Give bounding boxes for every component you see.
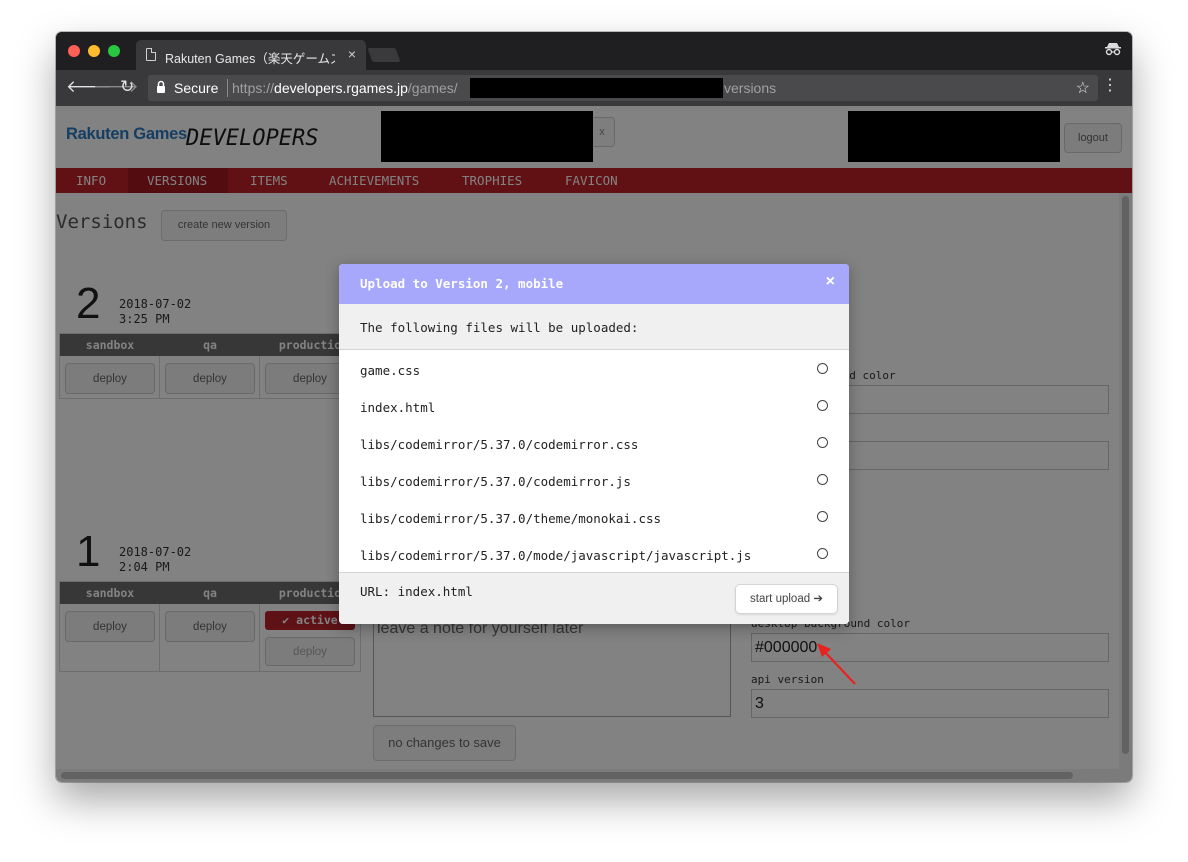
upload-status-icon bbox=[817, 474, 828, 485]
file-name: libs/codemirror/5.37.0/mode/javascript/j… bbox=[360, 548, 752, 563]
file-row: game.css bbox=[339, 351, 849, 388]
modal-intro: The following files will be uploaded: bbox=[339, 304, 849, 350]
reload-icon[interactable]: ↻ bbox=[120, 77, 134, 97]
file-name: index.html bbox=[360, 400, 436, 415]
page-icon bbox=[146, 48, 156, 61]
modal-title: Upload to Version 2, mobile bbox=[360, 276, 564, 291]
file-name: game.css bbox=[360, 363, 421, 378]
modal-intro-text: The following files will be uploaded: bbox=[360, 320, 639, 335]
start-upload-button[interactable]: start upload ➔ bbox=[735, 584, 838, 614]
tab-close-icon[interactable]: × bbox=[348, 46, 356, 62]
file-name: libs/codemirror/5.37.0/codemirror.js bbox=[360, 474, 631, 489]
file-name: libs/codemirror/5.37.0/theme/monokai.css bbox=[360, 511, 662, 526]
entry-url-label: URL: index.html bbox=[360, 584, 473, 599]
file-row: libs/codemirror/5.37.0/codemirror.css bbox=[339, 425, 849, 462]
web-page: Rakuten Games DEVELOPERS x logout INFO V… bbox=[56, 106, 1132, 782]
upload-status-icon bbox=[817, 548, 828, 559]
browser-window: Rakuten Games（楽天ゲームズ × 🡐 🡒 ↻ Secure http… bbox=[56, 32, 1132, 782]
secure-label: Secure bbox=[174, 80, 219, 96]
url-text: https://developers.rgames.jp/games/ bbox=[232, 80, 458, 96]
upload-status-icon bbox=[817, 511, 828, 522]
file-row: libs/codemirror/5.37.0/codemirror.js bbox=[339, 462, 849, 499]
file-row: libs/codemirror/5.37.0/theme/monokai.css bbox=[339, 499, 849, 536]
browser-toolbar: 🡐 🡒 ↻ Secure https://developers.rgames.j… bbox=[56, 70, 1132, 106]
incognito-icon bbox=[1104, 42, 1122, 59]
start-upload-label: start upload bbox=[750, 593, 811, 605]
title-bar: Rakuten Games（楽天ゲームズ × bbox=[56, 32, 1132, 70]
address-bar[interactable]: Secure https://developers.rgames.jp/game… bbox=[148, 75, 1098, 101]
upload-status-icon bbox=[817, 437, 828, 448]
window-minimize-button[interactable] bbox=[88, 45, 100, 57]
modal-footer: URL: index.html start upload ➔ bbox=[339, 572, 849, 624]
modal-header: Upload to Version 2, mobile × bbox=[339, 264, 849, 304]
file-name: libs/codemirror/5.37.0/codemirror.css bbox=[360, 437, 639, 452]
url-tail: versions bbox=[724, 80, 777, 96]
upload-status-icon bbox=[817, 363, 828, 374]
window-close-button[interactable] bbox=[68, 45, 80, 57]
address-separator bbox=[227, 79, 228, 97]
lock-icon bbox=[157, 80, 165, 93]
window-maximize-button[interactable] bbox=[108, 45, 120, 57]
file-row: libs/codemirror/5.37.0/mode/javascript/j… bbox=[339, 536, 849, 573]
menu-dots-icon[interactable]: ⋮ bbox=[1102, 78, 1118, 94]
close-icon[interactable]: × bbox=[826, 273, 835, 291]
file-row: index.html bbox=[339, 388, 849, 425]
upload-status-icon bbox=[817, 400, 828, 411]
browser-tab[interactable]: Rakuten Games（楽天ゲームズ × bbox=[136, 40, 366, 70]
redacted-url-segment bbox=[470, 78, 723, 98]
tab-title: Rakuten Games（楽天ゲームズ bbox=[165, 52, 335, 66]
upload-modal: Upload to Version 2, mobile × The follow… bbox=[339, 264, 849, 624]
star-icon[interactable]: ☆ bbox=[1076, 78, 1090, 98]
new-tab-button[interactable] bbox=[367, 48, 401, 62]
arrow-right-icon: ➔ bbox=[813, 593, 823, 605]
